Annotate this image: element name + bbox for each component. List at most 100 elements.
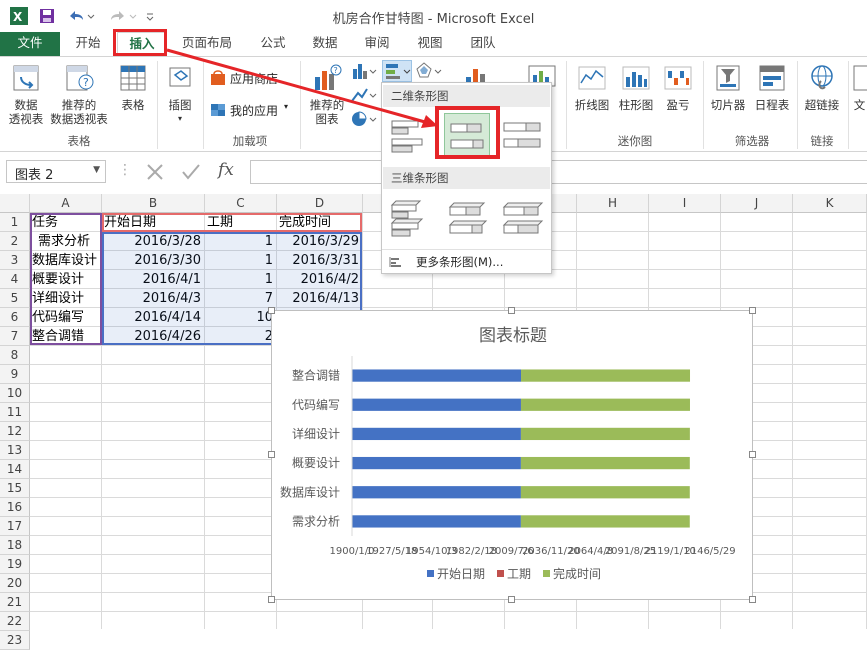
row-header-17[interactable]: 17 <box>0 517 30 536</box>
row-header-1[interactable]: 1 <box>0 213 30 232</box>
column-header-a[interactable]: A <box>30 194 102 213</box>
cancel-icon[interactable] <box>142 160 168 184</box>
gallery-header-2d: 二维条形图 <box>383 85 550 107</box>
chart-object[interactable]: 需求分析数据库设计概要设计详细设计代码编写整合调错1900/1/01927/5/… <box>271 310 753 600</box>
my-apps-button[interactable]: 我的应用 ▾ <box>208 101 298 119</box>
timeline-icon <box>757 63 787 93</box>
pivot-table-label-2: 透视表 <box>6 112 46 126</box>
illustrations-button[interactable]: 插图 ▾ <box>160 63 200 126</box>
percent-stacked-bar-3d-option[interactable] <box>500 195 546 241</box>
app-store-button[interactable]: 应用商店 <box>208 69 298 87</box>
category-label: 代码编写 <box>292 397 340 412</box>
gallery-header-3d: 三维条形图 <box>383 167 550 189</box>
row-header-5[interactable]: 5 <box>0 289 30 308</box>
resize-handle[interactable] <box>268 307 275 314</box>
column-header-k[interactable]: K <box>793 194 867 213</box>
tab-home[interactable]: 开始 <box>63 32 113 56</box>
row-header-20[interactable]: 20 <box>0 574 30 593</box>
sparkline-column-button[interactable]: 柱形图 <box>614 63 658 112</box>
clustered-bar-option[interactable] <box>388 113 434 159</box>
bar-1 <box>352 369 521 381</box>
slicer-button[interactable]: 切片器 <box>706 63 750 112</box>
row-header-9[interactable]: 9 <box>0 365 30 384</box>
resize-handle[interactable] <box>268 451 275 458</box>
formula-input[interactable] <box>250 160 867 184</box>
tab-review[interactable]: 审阅 <box>352 32 402 56</box>
resize-handle[interactable] <box>749 596 756 603</box>
row-header-10[interactable]: 10 <box>0 384 30 403</box>
pie-chart-dropdown[interactable] <box>350 109 378 129</box>
column-sparkline-icon <box>621 63 651 93</box>
name-box[interactable]: 图表 2 ▼ <box>6 160 106 183</box>
stacked-bar-3d-option[interactable] <box>444 195 490 241</box>
row-header-16[interactable]: 16 <box>0 498 30 517</box>
resize-handle[interactable] <box>268 596 275 603</box>
row-header-3[interactable]: 3 <box>0 251 30 270</box>
pivot-table-button[interactable]: 数据 透视表 <box>6 63 46 126</box>
row-header-12[interactable]: 12 <box>0 422 30 441</box>
column-chart-icon <box>350 61 378 81</box>
row-header-4[interactable]: 4 <box>0 270 30 289</box>
column-header-j[interactable]: J <box>721 194 793 213</box>
row-header-14[interactable]: 14 <box>0 460 30 479</box>
clustered-bar-3d-option[interactable] <box>388 195 434 241</box>
row-header-18[interactable]: 18 <box>0 536 30 555</box>
table-icon <box>118 63 148 93</box>
row-header-8[interactable]: 8 <box>0 346 30 365</box>
tab-file[interactable]: 文件 <box>0 32 60 56</box>
hyperlink-button[interactable]: 超链接 <box>800 63 844 112</box>
chart-title[interactable]: 图表标题 <box>272 321 754 346</box>
recommended-charts-button[interactable]: ? 推荐的 图表 <box>305 63 349 126</box>
tab-page-layout[interactable]: 页面布局 <box>172 32 242 56</box>
enter-icon[interactable] <box>178 160 204 184</box>
column-header-d[interactable]: D <box>277 194 363 213</box>
bar-3 <box>521 486 690 498</box>
percent-stacked-bar-icon <box>500 113 546 159</box>
row-header-21[interactable]: 21 <box>0 593 30 612</box>
bar-1 <box>352 428 521 440</box>
row-header-13[interactable]: 13 <box>0 441 30 460</box>
row-header-23[interactable]: 23 <box>0 631 30 650</box>
resize-handle[interactable] <box>749 451 756 458</box>
tab-team[interactable]: 团队 <box>458 32 508 56</box>
percent-stacked-bar-option[interactable] <box>500 113 546 159</box>
column-chart-dropdown[interactable] <box>350 61 378 81</box>
recommended-pivot-button[interactable]: ? 推荐的 数据透视表 <box>48 63 110 126</box>
row-header-2[interactable]: 2 <box>0 232 30 251</box>
insert-function-icon[interactable]: fx <box>218 160 244 184</box>
column-header-b[interactable]: B <box>102 194 205 213</box>
chevron-down-icon[interactable]: ▼ <box>93 165 100 175</box>
row-header-7[interactable]: 7 <box>0 327 30 346</box>
row-header-6[interactable]: 6 <box>0 308 30 327</box>
insert-tab-highlight <box>113 29 167 56</box>
sparkline-line-button[interactable]: 折线图 <box>570 63 614 112</box>
row-header-11[interactable]: 11 <box>0 403 30 422</box>
timeline-button[interactable]: 日程表 <box>750 63 794 112</box>
column-header-c[interactable]: C <box>205 194 277 213</box>
column-header-h[interactable]: H <box>577 194 649 213</box>
tab-data[interactable]: 数据 <box>300 32 350 56</box>
select-all-corner[interactable] <box>0 194 30 213</box>
column-header-i[interactable]: I <box>649 194 721 213</box>
name-box-value: 图表 2 <box>15 164 53 183</box>
more-bar-charts-item[interactable]: 更多条形图(M)... <box>386 253 546 271</box>
bar-chart-dropdown[interactable] <box>382 60 412 82</box>
category-label: 数据库设计 <box>280 484 340 499</box>
table-button[interactable]: 表格 <box>112 63 154 112</box>
other-charts-dropdown[interactable] <box>414 61 444 81</box>
ribbon-separator <box>848 61 849 149</box>
tab-formulas[interactable]: 公式 <box>248 32 298 56</box>
line-chart-dropdown[interactable] <box>350 85 378 105</box>
ribbon-separator <box>797 61 798 149</box>
text-button[interactable]: 文 <box>852 63 867 112</box>
sparkline-winloss-button[interactable]: 盈亏 <box>658 63 698 112</box>
row-header-19[interactable]: 19 <box>0 555 30 574</box>
my-apps-icon <box>210 102 226 118</box>
store-icon <box>210 70 226 86</box>
row-header-15[interactable]: 15 <box>0 479 30 498</box>
resize-handle[interactable] <box>508 307 515 314</box>
row-header-22[interactable]: 22 <box>0 612 30 631</box>
tab-view[interactable]: 视图 <box>405 32 455 56</box>
resize-handle[interactable] <box>508 596 515 603</box>
resize-handle[interactable] <box>749 307 756 314</box>
